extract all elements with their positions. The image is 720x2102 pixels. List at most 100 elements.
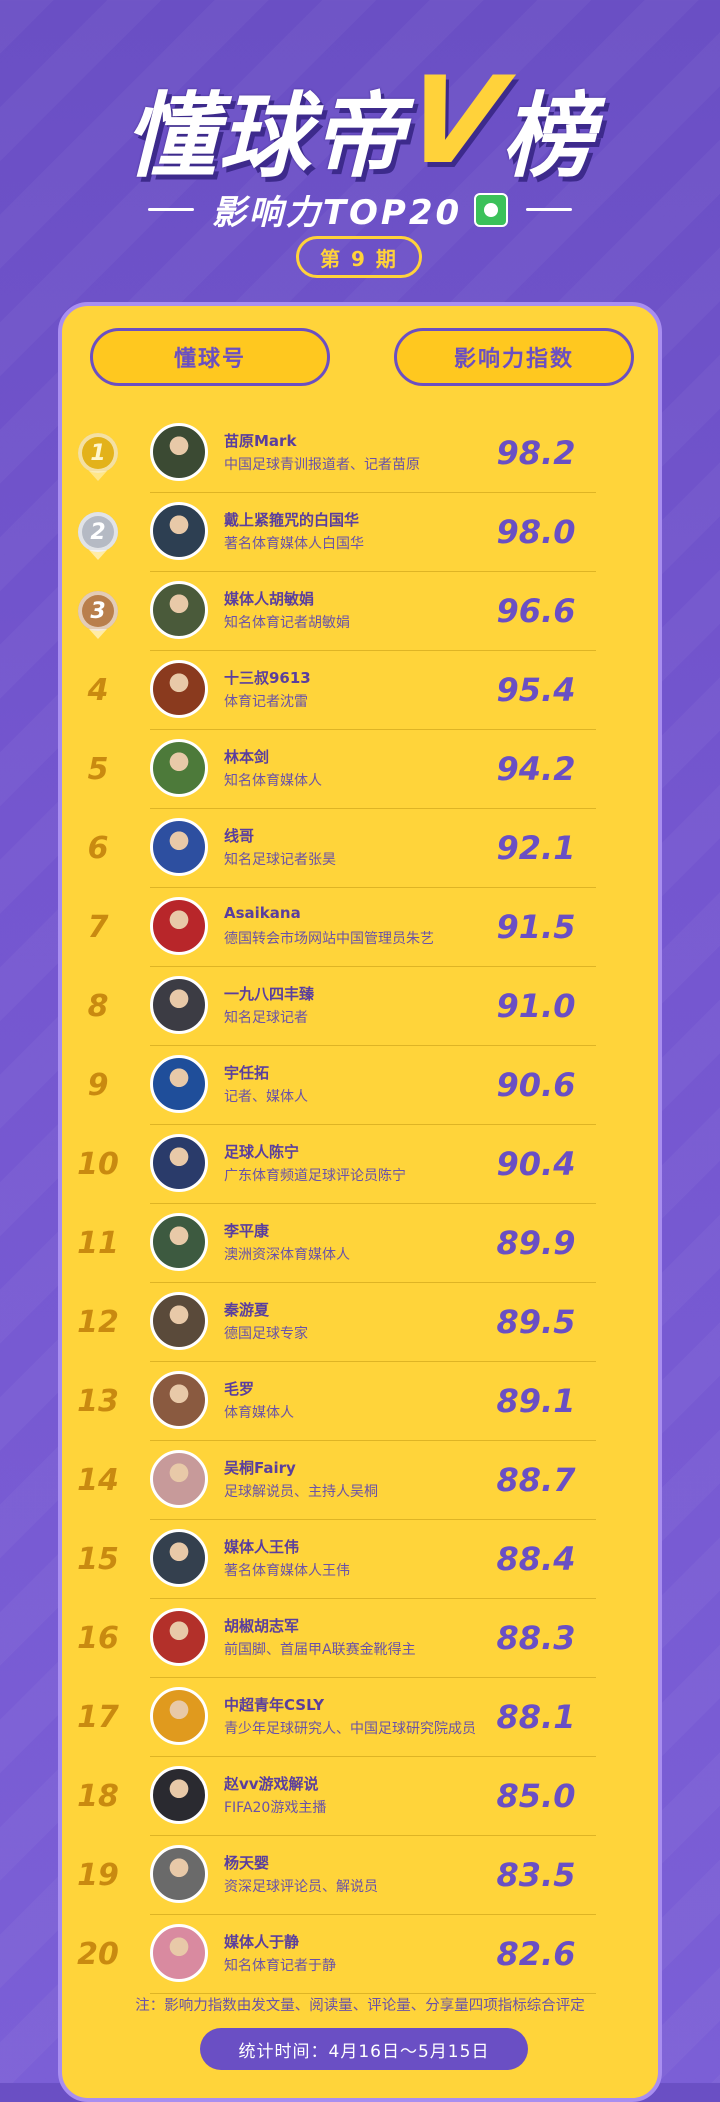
avatar[interactable] bbox=[150, 423, 208, 481]
ranking-row[interactable]: 6 线哥 知名足球记者张昊 92.1 bbox=[88, 809, 596, 888]
ranking-row[interactable]: 12 秦游夏 德国足球专家 89.5 bbox=[77, 1283, 596, 1362]
account-description: 足球解说员、主持人吴桐 bbox=[224, 1484, 378, 1500]
ranking-row[interactable]: 14 吴桐Fairy 足球解说员、主持人吴桐 88.7 bbox=[77, 1441, 596, 1520]
account-description: 澳洲资深体育媒体人 bbox=[224, 1247, 350, 1263]
rank-number: 18 bbox=[77, 1778, 119, 1814]
ranking-row[interactable]: 16 胡椒胡志军 前国脚、首届甲A联赛金靴得主 88.3 bbox=[77, 1599, 596, 1678]
account-name[interactable]: 媒体人胡敏娟 bbox=[224, 588, 314, 609]
account-name[interactable]: 媒体人王伟 bbox=[224, 1536, 299, 1557]
account-name[interactable]: 秦游夏 bbox=[224, 1299, 269, 1320]
avatar[interactable] bbox=[150, 1687, 208, 1745]
rank-number: 17 bbox=[77, 1699, 119, 1735]
rank-number: 9 bbox=[87, 1067, 109, 1103]
ranking-row[interactable]: 18 赵vv游戏解说 FIFA20游戏主播 85.0 bbox=[77, 1757, 596, 1836]
account-name[interactable]: 一九八四丰臻 bbox=[224, 983, 314, 1004]
account-name[interactable]: 线哥 bbox=[224, 825, 254, 846]
account-name[interactable]: 媒体人于静 bbox=[224, 1931, 299, 1952]
ranking-row[interactable]: 3 媒体人胡敏娟 知名体育记者胡敏娟 96.6 bbox=[78, 572, 596, 651]
ranking-row[interactable]: 4 十三叔9613 体育记者沈雷 95.4 bbox=[88, 651, 596, 730]
issue-badge: 第 9 期 bbox=[296, 236, 422, 278]
rank-number: 14 bbox=[77, 1462, 119, 1498]
rank-number: 12 bbox=[77, 1304, 119, 1340]
avatar[interactable] bbox=[150, 1845, 208, 1903]
ranking-row[interactable]: 13 毛罗 体育媒体人 89.1 bbox=[77, 1362, 596, 1441]
ranking-row[interactable]: 15 媒体人王伟 著名体育媒体人王伟 88.4 bbox=[77, 1520, 596, 1599]
rank-number: 19 bbox=[77, 1857, 119, 1893]
account-name[interactable]: 赵vv游戏解说 bbox=[224, 1773, 319, 1794]
ranking-row[interactable]: 8 一九八四丰臻 知名足球记者 91.0 bbox=[88, 967, 596, 1046]
account-description: 广东体育频道足球评论员陈宁 bbox=[224, 1168, 406, 1184]
avatar[interactable] bbox=[150, 1213, 208, 1271]
ranking-row[interactable]: 17 中超青年CSLY 青少年足球研究人、中国足球研究院成员 88.1 bbox=[77, 1678, 596, 1757]
influence-score: 88.7 bbox=[496, 1461, 576, 1499]
rank-number: 4 bbox=[87, 672, 109, 708]
avatar[interactable] bbox=[150, 1371, 208, 1429]
account-description: 知名体育媒体人 bbox=[224, 773, 322, 789]
ranking-row[interactable]: 11 李平康 澳洲资深体育媒体人 89.9 bbox=[77, 1204, 596, 1283]
influence-score: 88.4 bbox=[496, 1540, 576, 1578]
account-name[interactable]: 李平康 bbox=[224, 1220, 269, 1241]
avatar[interactable] bbox=[150, 1450, 208, 1508]
ranking-row[interactable]: 2 戴上紧箍咒的白国华 著名体育媒体人白国华 98.0 bbox=[78, 493, 596, 572]
account-name[interactable]: 足球人陈宁 bbox=[224, 1141, 299, 1162]
column-header-index: 影响力指数 bbox=[394, 328, 634, 386]
account-description: 资深足球评论员、解说员 bbox=[224, 1879, 378, 1895]
avatar[interactable] bbox=[150, 897, 208, 955]
account-description: 前国脚、首届甲A联赛金靴得主 bbox=[224, 1642, 416, 1658]
influence-score: 85.0 bbox=[496, 1777, 576, 1815]
influence-score: 83.5 bbox=[496, 1856, 576, 1894]
account-name[interactable]: 十三叔9613 bbox=[224, 667, 311, 688]
avatar[interactable] bbox=[150, 1766, 208, 1824]
avatar[interactable] bbox=[150, 1055, 208, 1113]
influence-score: 89.5 bbox=[496, 1303, 576, 1341]
account-name[interactable]: 中超青年CSLY bbox=[224, 1694, 324, 1715]
title-main: 懂球帝 bbox=[124, 83, 407, 190]
title-v-logo: V bbox=[394, 52, 514, 191]
page-title: 懂球帝V榜 bbox=[0, 52, 720, 197]
account-description: 中国足球青训报道者、记者苗原 bbox=[224, 457, 420, 473]
avatar[interactable] bbox=[150, 739, 208, 797]
account-name[interactable]: 林本剑 bbox=[224, 746, 269, 767]
influence-score: 98.2 bbox=[496, 434, 576, 472]
influence-score: 96.6 bbox=[496, 592, 576, 630]
avatar[interactable] bbox=[150, 1924, 208, 1982]
avatar[interactable] bbox=[150, 818, 208, 876]
ranking-row[interactable]: 7 Asaikana 德国转会市场网站中国管理员朱艺 91.5 bbox=[88, 888, 596, 967]
account-description: 青少年足球研究人、中国足球研究院成员 bbox=[224, 1721, 476, 1737]
avatar[interactable] bbox=[150, 1292, 208, 1350]
account-name[interactable]: 胡椒胡志军 bbox=[224, 1615, 299, 1636]
avatar[interactable] bbox=[150, 1608, 208, 1666]
avatar[interactable] bbox=[150, 660, 208, 718]
avatar[interactable] bbox=[150, 1134, 208, 1192]
avatar[interactable] bbox=[150, 581, 208, 639]
rank-number: 15 bbox=[77, 1541, 119, 1577]
rank-number: 3 bbox=[62, 572, 134, 650]
influence-score: 95.4 bbox=[496, 671, 576, 709]
ranking-row[interactable]: 9 宇任拓 记者、媒体人 90.6 bbox=[88, 1046, 596, 1125]
avatar[interactable] bbox=[150, 502, 208, 560]
account-description: 体育记者沈雷 bbox=[224, 694, 308, 710]
account-name[interactable]: 戴上紧箍咒的白国华 bbox=[224, 509, 359, 530]
account-description: 记者、媒体人 bbox=[224, 1089, 308, 1105]
avatar[interactable] bbox=[150, 976, 208, 1034]
account-name[interactable]: 杨天婴 bbox=[224, 1852, 269, 1873]
footnote: 注：影响力指数由发文量、阅读量、评论量、分享量四项指标综合评定 bbox=[135, 1998, 585, 2014]
account-name[interactable]: Asaikana bbox=[224, 904, 301, 922]
ranking-row[interactable]: 5 林本剑 知名体育媒体人 94.2 bbox=[88, 730, 596, 809]
rank-number: 11 bbox=[77, 1225, 119, 1261]
account-description: 知名体育记者胡敏娟 bbox=[224, 615, 350, 631]
ranking-row[interactable]: 19 杨天婴资深足球评论员、解说员 83.5 bbox=[77, 1836, 596, 1915]
rank-number: 16 bbox=[77, 1620, 119, 1656]
avatar[interactable] bbox=[150, 1529, 208, 1587]
account-name[interactable]: 毛罗 bbox=[224, 1378, 254, 1399]
ranking-list: 1 苗原Mark 中国足球青训报道者、记者苗原 98.2 2 戴上紧箍咒的白国华 著名体育媒… bbox=[62, 414, 658, 1994]
silver-medal-icon: 2 bbox=[78, 512, 118, 560]
ranking-row[interactable]: 1 苗原Mark 中国足球青训报道者、记者苗原 98.2 bbox=[78, 414, 596, 493]
ranking-row[interactable]: 10 足球人陈宁 广东体育频道足球评论员陈宁 90.4 bbox=[77, 1125, 596, 1204]
account-name[interactable]: 宇任拓 bbox=[224, 1062, 269, 1083]
ranking-row[interactable]: 20 媒体人于静 知名体育记者于静 82.6 bbox=[77, 1915, 596, 1994]
account-name[interactable]: 苗原Mark bbox=[224, 430, 296, 451]
rank-number: 8 bbox=[87, 988, 109, 1024]
rank-number: 2 bbox=[62, 493, 134, 571]
account-name[interactable]: 吴桐Fairy bbox=[224, 1457, 296, 1478]
